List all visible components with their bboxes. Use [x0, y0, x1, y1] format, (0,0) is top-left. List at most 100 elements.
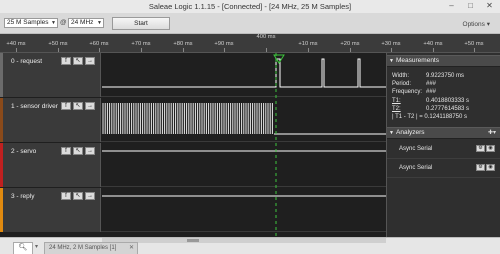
channel-trigger-icon[interactable]: →	[85, 147, 95, 155]
title-bar: Saleae Logic 1.1.15 - [Connected] - [24 …	[0, 0, 500, 13]
maximize-button[interactable]: □	[464, 1, 477, 11]
close-button[interactable]: ✕	[483, 1, 496, 11]
channel-controls: f ↖ →	[61, 192, 95, 200]
analyzers-header[interactable]: ▼ Analyzers ✚▾	[387, 127, 500, 139]
channel-settings-icon[interactable]: f	[61, 147, 71, 155]
channel-name: 1 - sensor driver	[11, 103, 58, 110]
ruler-tick	[224, 48, 225, 52]
waveform-sensor-driver[interactable]	[102, 98, 386, 142]
start-button[interactable]: Start	[112, 17, 170, 30]
channel-row-reply: 3 - reply f ↖ →	[0, 188, 386, 232]
options-menu[interactable]: Options ▾	[463, 20, 490, 28]
capture-tab-label: 24 MHz, 2 M Samples [1]	[49, 245, 117, 251]
channel-label[interactable]: 1 - sensor driver f ↖ →	[0, 98, 101, 142]
ruler-tick	[16, 48, 17, 52]
measurement-t1: T1: 0.4018803333 s	[392, 98, 469, 104]
channel-label[interactable]: 2 - servo f ↖ →	[0, 143, 101, 187]
measurement-value: 9.9223750 ms	[426, 73, 465, 79]
search-tab[interactable]: 🔍︎	[13, 242, 33, 254]
analyzer-view-icon[interactable]: ◉	[486, 164, 495, 171]
ruler-center-label: 400 ms	[256, 34, 276, 40]
ruler-tick-label: +50 ms	[464, 41, 484, 47]
measurement-label[interactable]: T2:	[392, 106, 401, 112]
channel-zoom-icon[interactable]: ↖	[73, 147, 83, 155]
channel-area: 0 - request f ↖ → 1 - sensor driver f ↖ …	[0, 53, 386, 237]
channel-row-sensor-driver: 1 - sensor driver f ↖ →	[0, 98, 386, 142]
measurement-label: Width:	[392, 73, 410, 79]
collapse-triangle-icon: ▼	[389, 130, 394, 136]
ruler-tick	[433, 48, 434, 52]
collapse-triangle-icon: ▼	[389, 58, 394, 64]
analyzer-item[interactable]: Async Serial ⚙ ◉	[387, 160, 500, 178]
measurement-label[interactable]: T1:	[392, 98, 401, 104]
sample-count-select[interactable]: 25 M Samples ▼	[4, 18, 58, 28]
channel-settings-icon[interactable]: f	[61, 192, 71, 200]
ruler-tick-label: +40 ms	[423, 41, 443, 47]
channel-color-bar	[0, 98, 3, 142]
ruler-tick-label: +70 ms	[131, 41, 151, 47]
ruler-tick	[266, 48, 267, 52]
chevron-down-icon: ▼	[51, 20, 56, 26]
channel-trigger-icon[interactable]: →	[85, 102, 95, 110]
minimize-button[interactable]: –	[445, 1, 458, 11]
bottom-tab-bar: 🔍︎ ▾ 24 MHz, 2 M Samples [1] ✕	[0, 237, 500, 254]
analyzers-title: Analyzers	[396, 129, 425, 136]
measurement-t2: T2: 0.2777614583 s	[392, 106, 469, 112]
sample-rate-select[interactable]: 24 MHz ▼	[68, 18, 104, 28]
measurements-header[interactable]: ▼ Measurements	[387, 55, 500, 67]
measurement-value: ###	[426, 89, 437, 95]
horizontal-scrollbar[interactable]	[102, 238, 386, 243]
analyzer-controls: ⚙ ◉	[476, 164, 495, 171]
chevron-down-icon[interactable]: ▾	[35, 243, 38, 250]
analyzer-item[interactable]: Async Serial ⚙ ◉	[387, 141, 500, 159]
search-icon: 🔍︎	[18, 244, 28, 251]
scrollbar-thumb[interactable]	[187, 239, 199, 242]
channel-controls: f ↖ →	[61, 102, 95, 110]
analyzer-settings-icon[interactable]: ⚙	[476, 145, 485, 152]
analyzer-view-icon[interactable]: ◉	[486, 145, 495, 152]
channel-zoom-icon[interactable]: ↖	[73, 192, 83, 200]
sample-count-value: 25 M Samples	[7, 19, 49, 26]
ruler-tick	[183, 48, 184, 52]
channel-row-request: 0 - request f ↖ →	[0, 53, 386, 97]
channel-settings-icon[interactable]: f	[61, 102, 71, 110]
measurements-title: Measurements	[396, 57, 439, 64]
capture-tab[interactable]: 24 MHz, 2 M Samples [1] ✕	[44, 242, 138, 254]
time-ruler[interactable]: 400 ms +40 ms +50 ms +60 ms +70 ms +80 m…	[0, 34, 500, 53]
channel-row-servo: 2 - servo f ↖ →	[0, 143, 386, 187]
ruler-tick-label: +80 ms	[173, 41, 193, 47]
ruler-tick-label: +60 ms	[89, 41, 109, 47]
ruler-tick	[308, 48, 309, 52]
sample-rate-value: 24 MHz	[71, 19, 94, 26]
measurement-value: 0.2777614583 s	[426, 106, 470, 112]
close-icon[interactable]: ✕	[129, 243, 134, 254]
channel-trigger-icon[interactable]: →	[85, 57, 95, 65]
measurement-t1-t2-diff: | T1 - T2 | = 0.1241188750 s	[392, 114, 468, 120]
channel-trigger-icon[interactable]: →	[85, 192, 95, 200]
ruler-tick-label: +50 ms	[48, 41, 68, 47]
toolbar: 25 M Samples ▼ @ 24 MHz ▼ Start Options …	[0, 13, 500, 34]
ruler-tick	[391, 48, 392, 52]
waveform-reply[interactable]	[102, 188, 386, 232]
channel-name: 0 - request	[11, 58, 43, 65]
channel-name: 3 - reply	[11, 193, 35, 200]
channel-label[interactable]: 3 - reply f ↖ →	[0, 188, 101, 232]
ruler-tick	[350, 48, 351, 52]
waveform-request[interactable]	[102, 53, 386, 97]
waveform-servo[interactable]	[102, 143, 386, 187]
channel-color-bar	[0, 188, 3, 232]
channel-name: 2 - servo	[11, 148, 37, 155]
ruler-tick	[58, 48, 59, 52]
analyzer-controls: ⚙ ◉	[476, 145, 495, 152]
at-label: @	[60, 19, 67, 26]
channel-zoom-icon[interactable]: ↖	[73, 57, 83, 65]
add-analyzer-icon[interactable]: ✚▾	[488, 128, 496, 138]
analyzer-settings-icon[interactable]: ⚙	[476, 164, 485, 171]
ruler-tick	[474, 48, 475, 52]
channel-label[interactable]: 0 - request f ↖ →	[0, 53, 101, 97]
chevron-down-icon: ▼	[97, 20, 102, 26]
channel-zoom-icon[interactable]: ↖	[73, 102, 83, 110]
channel-settings-icon[interactable]: f	[61, 57, 71, 65]
measurement-width: Width: 9.9223750 ms	[392, 73, 464, 79]
channel-color-bar	[0, 143, 3, 187]
